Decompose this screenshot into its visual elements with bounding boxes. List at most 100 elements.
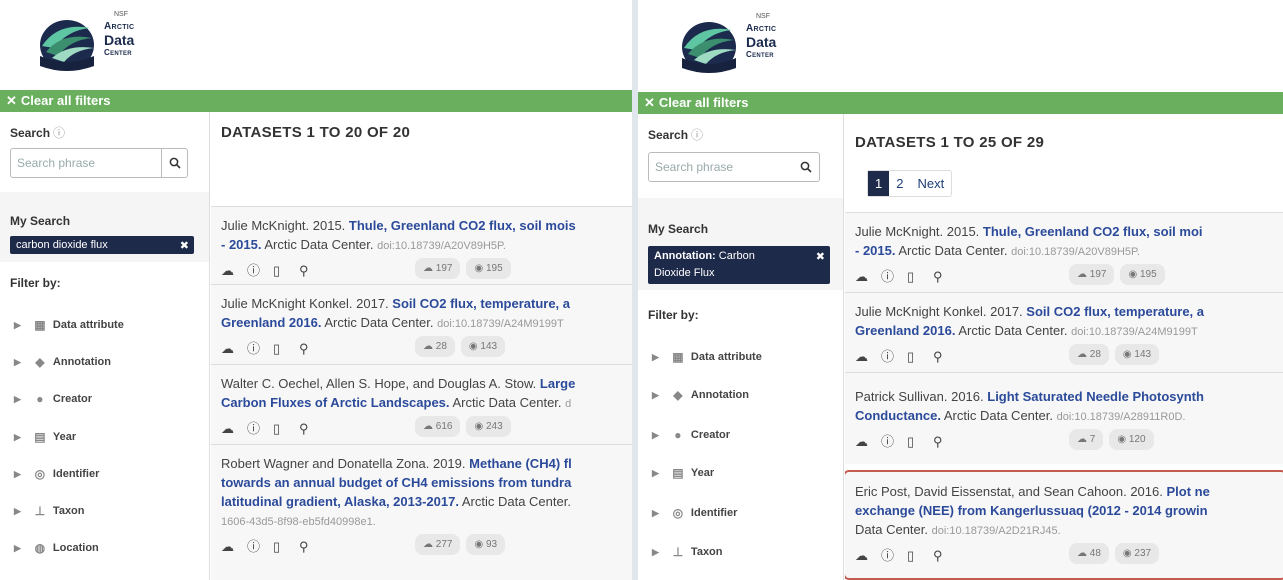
- search-input[interactable]: [11, 149, 159, 177]
- info-icon[interactable]: ⓘ: [247, 537, 265, 554]
- downloads-badge: ☁ 28: [1069, 344, 1109, 365]
- record-title-link[interactable]: Thule, Greenland CO2 flux, soil moi: [983, 224, 1203, 239]
- document-icon[interactable]: ▯: [273, 537, 291, 554]
- info-icon[interactable]: ⓘ: [247, 261, 265, 278]
- map-pin-icon[interactable]: ⚲: [933, 546, 951, 563]
- remove-filter-icon[interactable]: ✖: [816, 249, 825, 266]
- filter-item-data-attribute[interactable]: ▶ ▦ Data attribute: [14, 318, 124, 332]
- next-page-button[interactable]: Next: [910, 171, 951, 196]
- map-pin-icon[interactable]: ⚲: [933, 347, 951, 364]
- download-icon[interactable]: ☁: [855, 347, 873, 364]
- record-title-link[interactable]: towards an annual budget of CH4 emission…: [221, 475, 571, 490]
- clear-all-filters-button[interactable]: ✕ Clear all filters: [638, 92, 1283, 114]
- record-title-link[interactable]: Plot ne: [1166, 484, 1209, 499]
- map-pin-icon[interactable]: ⚲: [299, 261, 317, 278]
- record-doi: doi:10.18739/A2D21RJ45.: [931, 525, 1061, 537]
- downloads-badge: ☁ 48: [1069, 543, 1109, 564]
- record-title-link[interactable]: Methane (CH4) fl: [469, 456, 572, 471]
- arctic-data-center-logo[interactable]: NSF Arctic Data Center: [680, 12, 810, 84]
- clear-filters-label: Clear all filters: [20, 93, 111, 108]
- search-icon: [800, 161, 812, 173]
- views-badge: ◉ 143: [460, 336, 506, 357]
- info-icon[interactable]: ⓘ: [247, 339, 265, 356]
- filter-item-year[interactable]: ▶ ▤ Year: [652, 466, 714, 480]
- expand-arrow-icon: ▶: [652, 429, 659, 440]
- document-icon[interactable]: ▯: [907, 347, 925, 364]
- header: NSF Arctic Data Center: [638, 0, 1283, 90]
- downloads-badge: ☁ 197: [415, 258, 461, 279]
- filter-item-identifier[interactable]: ▶ ◎ Identifier: [652, 506, 737, 520]
- info-icon[interactable]: ⓘ: [881, 267, 899, 284]
- record-repository: Arctic Data Center.: [461, 494, 571, 509]
- search-input[interactable]: [649, 153, 791, 181]
- my-search-section: My Search carbon dioxide flux ✖: [0, 192, 209, 262]
- document-icon[interactable]: ▯: [907, 267, 925, 284]
- filter-item-taxon[interactable]: ▶ ⊥ Taxon: [14, 504, 85, 518]
- record-title-link[interactable]: Carbon Fluxes of Arctic Landscapes.: [221, 395, 450, 410]
- download-icon[interactable]: ☁: [855, 267, 873, 284]
- download-icon[interactable]: ☁: [221, 261, 239, 278]
- filter-item-annotation[interactable]: ▶ ◆ Annotation: [652, 388, 749, 402]
- arctic-data-center-logo[interactable]: NSF Arctic Data Center: [38, 10, 168, 82]
- dataset-record: Robert Wagner and Donatella Zona. 2019. …: [211, 444, 632, 580]
- logo-emblem-icon: [682, 22, 736, 73]
- map-pin-icon[interactable]: ⚲: [299, 339, 317, 356]
- info-icon[interactable]: ⓘ: [881, 432, 899, 449]
- download-icon[interactable]: ☁: [855, 546, 873, 563]
- record-title-link[interactable]: Thule, Greenland CO2 flux, soil mois: [349, 218, 576, 233]
- record-title-link[interactable]: Soil CO2 flux, temperature, a: [392, 296, 570, 311]
- search-label: Search ⓘ: [10, 126, 66, 140]
- info-icon[interactable]: ⓘ: [881, 347, 899, 364]
- filter-item-location[interactable]: ▶ ◍ Location: [14, 541, 99, 555]
- record-title-link[interactable]: - 2015.: [221, 237, 261, 252]
- page-2-button[interactable]: 2: [889, 171, 910, 196]
- page-1-button[interactable]: 1: [868, 171, 890, 196]
- filter-item-taxon[interactable]: ▶ ⊥ Taxon: [652, 545, 723, 559]
- search-button[interactable]: [793, 153, 819, 181]
- info-icon[interactable]: ⓘ: [247, 419, 265, 436]
- pagination: 1 2 Next: [867, 170, 953, 197]
- help-icon[interactable]: ⓘ: [53, 126, 65, 140]
- remove-filter-icon[interactable]: ✖: [180, 239, 189, 252]
- logo-line-data: Data: [746, 34, 777, 50]
- map-pin-icon[interactable]: ⚲: [299, 419, 317, 436]
- record-doi: doi:10.18739/A24M9199T: [437, 318, 564, 330]
- filter-item-creator[interactable]: ▶ ● Creator: [14, 392, 92, 406]
- filter-item-creator[interactable]: ▶ ● Creator: [652, 428, 730, 442]
- filter-item-year[interactable]: ▶ ▤ Year: [14, 430, 76, 444]
- download-icon[interactable]: ☁: [221, 339, 239, 356]
- record-title-link[interactable]: Large: [540, 376, 575, 391]
- document-icon[interactable]: ▯: [273, 261, 291, 278]
- info-icon[interactable]: ⓘ: [881, 546, 899, 563]
- dataset-record: Julie McKnight Konkel. 2017. Soil CO2 fl…: [845, 292, 1283, 372]
- filter-item-annotation[interactable]: ▶ ◆ Annotation: [14, 355, 111, 369]
- filter-item-identifier[interactable]: ▶ ◎ Identifier: [14, 467, 99, 481]
- record-repository: Arctic Data Center.: [943, 408, 1053, 423]
- document-icon[interactable]: ▯: [907, 546, 925, 563]
- document-icon[interactable]: ▯: [273, 339, 291, 356]
- record-title-link[interactable]: latitudinal gradient, Alaska, 2013-2017.: [221, 494, 459, 509]
- record-title-link[interactable]: Conductance.: [855, 408, 941, 423]
- document-icon[interactable]: ▯: [907, 432, 925, 449]
- map-pin-icon[interactable]: ⚲: [299, 537, 317, 554]
- download-icon[interactable]: ☁: [855, 432, 873, 449]
- record-title-link[interactable]: Greenland 2016.: [221, 315, 321, 330]
- record-title-link[interactable]: - 2015.: [855, 243, 895, 258]
- help-icon[interactable]: ⓘ: [691, 128, 703, 142]
- search-button[interactable]: [161, 149, 187, 177]
- document-icon[interactable]: ▯: [273, 419, 291, 436]
- dataset-record: Julie McKnight. 2015. Thule, Greenland C…: [211, 206, 632, 284]
- download-icon[interactable]: ☁: [221, 537, 239, 554]
- map-pin-icon[interactable]: ⚲: [933, 432, 951, 449]
- record-title-link[interactable]: Soil CO2 flux, temperature, a: [1026, 304, 1204, 319]
- record-title-link[interactable]: exchange (NEE) from Kangerlussuaq (2012 …: [855, 503, 1208, 518]
- download-icon[interactable]: ☁: [221, 419, 239, 436]
- filter-chip-label: carbon dioxide flux: [16, 239, 108, 251]
- search-label: Search ⓘ: [648, 128, 704, 142]
- record-title-link[interactable]: Light Saturated Needle Photosynth: [987, 389, 1204, 404]
- logo-wordmark: Arctic Data Center: [104, 21, 134, 59]
- clear-all-filters-button[interactable]: ✕ Clear all filters: [0, 90, 632, 112]
- record-title-link[interactable]: Greenland 2016.: [855, 323, 955, 338]
- filter-item-data-attribute[interactable]: ▶ ▦ Data attribute: [652, 350, 762, 364]
- map-pin-icon[interactable]: ⚲: [933, 267, 951, 284]
